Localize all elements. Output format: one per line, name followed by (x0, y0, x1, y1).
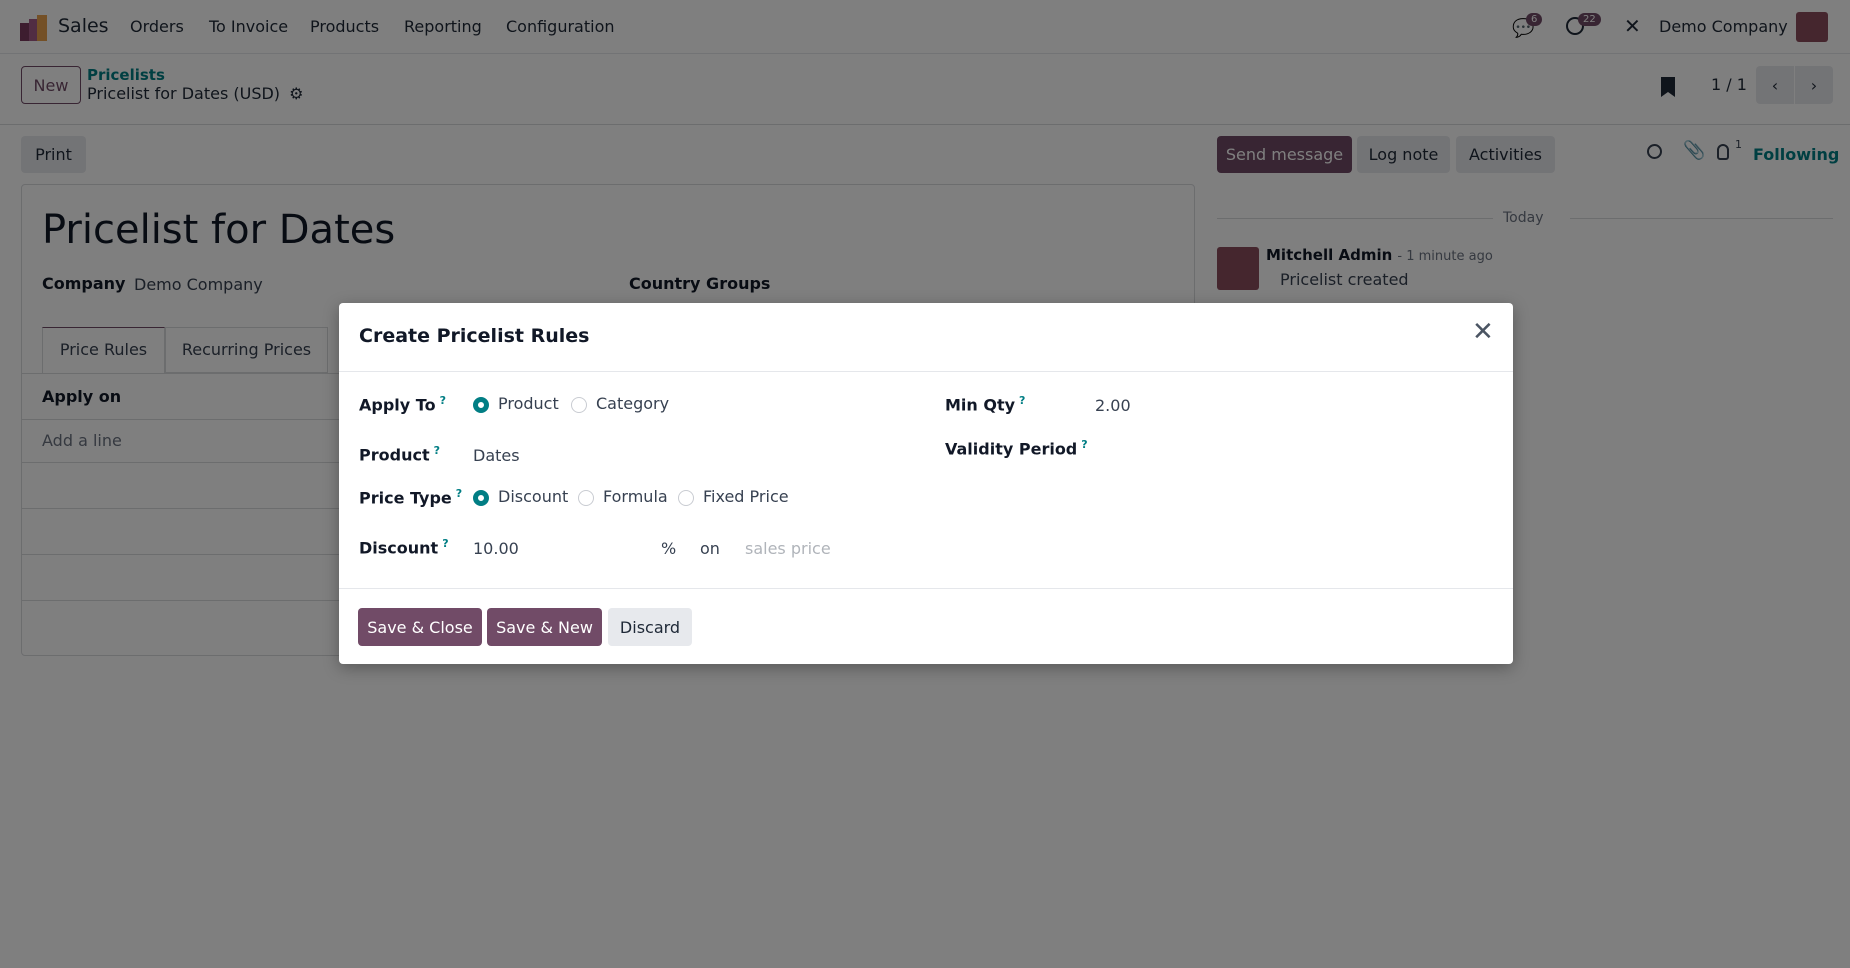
label-text: Validity Period (945, 439, 1078, 459)
help-tooltip-icon[interactable]: ? (456, 487, 462, 500)
price-type-fixed-label[interactable]: Fixed Price (703, 487, 789, 506)
base-price-select[interactable]: sales price (745, 539, 945, 558)
min-qty-input[interactable]: 2.00 (1095, 396, 1395, 415)
apply-to-category-radio[interactable] (571, 397, 587, 413)
apply-to-label: Apply To? (359, 394, 446, 414)
help-tooltip-icon[interactable]: ? (1081, 438, 1087, 451)
dialog-title: Create Pricelist Rules (359, 325, 590, 347)
create-pricelist-rules-dialog: Create Pricelist Rules ✕ Apply To? Produ… (339, 303, 1513, 664)
price-type-formula-label[interactable]: Formula (603, 487, 668, 506)
percent-sign: % (661, 539, 677, 558)
discount-input[interactable]: 10.00 (473, 539, 653, 558)
help-tooltip-icon[interactable]: ? (1019, 394, 1025, 407)
apply-to-product-radio[interactable] (473, 397, 489, 413)
help-tooltip-icon[interactable]: ? (440, 394, 446, 407)
apply-to-category-label[interactable]: Category (596, 394, 669, 413)
price-type-fixed-radio[interactable] (678, 490, 694, 506)
discard-button[interactable]: Discard (608, 608, 692, 646)
label-text: Price Type (359, 488, 452, 508)
label-text: Discount (359, 538, 439, 558)
divider (339, 588, 1513, 589)
help-tooltip-icon[interactable]: ? (434, 444, 440, 457)
discount-label: Discount? (359, 537, 449, 557)
on-label: on (700, 539, 720, 558)
label-text: Apply To (359, 395, 436, 415)
apply-to-product-label[interactable]: Product (498, 394, 559, 413)
price-type-formula-radio[interactable] (578, 490, 594, 506)
validity-period-label: Validity Period? (945, 438, 1088, 458)
price-type-label: Price Type? (359, 487, 462, 507)
price-type-discount-label[interactable]: Discount (498, 487, 568, 506)
close-icon[interactable]: ✕ (1472, 317, 1494, 347)
product-field[interactable]: Dates (473, 446, 520, 465)
min-qty-label: Min Qty? (945, 394, 1025, 414)
help-tooltip-icon[interactable]: ? (442, 537, 448, 550)
price-type-discount-radio[interactable] (473, 490, 489, 506)
product-label: Product? (359, 444, 440, 464)
save-close-button[interactable]: Save & Close (358, 608, 482, 646)
save-new-button[interactable]: Save & New (487, 608, 602, 646)
divider (339, 371, 1513, 372)
validity-period-input[interactable] (1095, 436, 1395, 462)
label-text: Product (359, 445, 430, 465)
label-text: Min Qty (945, 395, 1016, 415)
